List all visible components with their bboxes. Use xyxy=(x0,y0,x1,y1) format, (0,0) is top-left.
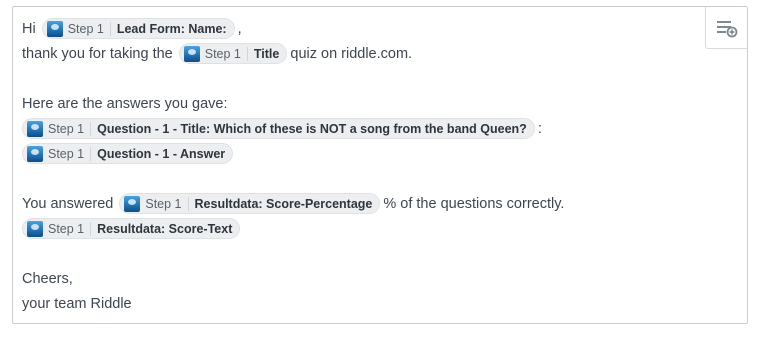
riddle-logo-icon xyxy=(183,45,200,62)
pill-step-label: Step 1 xyxy=(48,146,92,161)
pill-step-label: Step 1 xyxy=(48,121,92,136)
riddle-logo-icon xyxy=(27,120,43,137)
pill-step-label: Step 1 xyxy=(145,196,189,211)
insert-field-button[interactable] xyxy=(705,7,747,49)
field-pill-score-text[interactable]: Step 1 Resultdata: Score-Text xyxy=(22,218,241,239)
pill-step-label: Step 1 xyxy=(48,221,92,236)
cheers-line: Cheers, xyxy=(22,266,699,291)
thanks-line: thank you for taking the Step 1 Title qu… xyxy=(22,41,699,66)
cheers-text: Cheers, xyxy=(22,270,73,287)
pill-field-label: Lead Form: Name: xyxy=(116,21,227,36)
greeting-text: Hi xyxy=(22,20,36,37)
thanks-suffix: quiz on riddle.com. xyxy=(290,45,413,62)
pill-field-label: Question - 1 - Title: Which of these is … xyxy=(97,121,527,136)
pill-step-label: Step 1 xyxy=(68,21,111,36)
riddle-logo-icon xyxy=(46,20,63,37)
field-pill-score-percentage[interactable]: Step 1 Resultdata: Score-Percentage xyxy=(119,193,381,214)
message-editor[interactable]: Hi Step 1 Lead Form: Name: , thank you f… xyxy=(12,6,748,324)
greeting-line: Hi Step 1 Lead Form: Name: , xyxy=(22,16,699,41)
answers-intro-line: Here are the answers you gave: xyxy=(22,91,699,116)
greeting-punct: , xyxy=(237,20,242,37)
signature-line: your team Riddle xyxy=(22,291,699,316)
pill-field-label: Question - 1 - Answer xyxy=(97,146,226,161)
pill-field-label: Resultdata: Score-Percentage xyxy=(194,196,373,211)
field-pill-question-title[interactable]: Step 1 Question - 1 - Title: Which of th… xyxy=(22,118,535,139)
field-pill-title[interactable]: Step 1 Title xyxy=(178,43,288,64)
score-line: You answered Step 1 Resultdata: Score-Pe… xyxy=(22,191,699,216)
insert-field-icon xyxy=(716,20,737,37)
riddle-logo-icon xyxy=(124,195,141,212)
field-pill-lead-name[interactable]: Step 1 Lead Form: Name: xyxy=(41,18,235,39)
pill-field-label: Title xyxy=(253,46,280,61)
pill-field-label: Resultdata: Score-Text xyxy=(97,221,233,236)
pill-step-label: Step 1 xyxy=(205,46,248,61)
score-prefix: You answered xyxy=(22,195,114,212)
question-line: Step 1 Question - 1 - Title: Which of th… xyxy=(22,116,699,141)
thanks-text: thank you for taking the xyxy=(22,45,173,62)
signature-text: your team Riddle xyxy=(22,295,132,312)
field-pill-question-answer[interactable]: Step 1 Question - 1 - Answer xyxy=(22,143,234,164)
score-suffix: % of the questions correctly. xyxy=(383,195,565,212)
riddle-logo-icon xyxy=(27,145,43,162)
answers-intro-text: Here are the answers you gave: xyxy=(22,95,228,112)
riddle-logo-icon xyxy=(27,220,43,237)
question-punct: : xyxy=(537,120,542,137)
score-text-line: Step 1 Resultdata: Score-Text xyxy=(22,216,699,241)
message-body[interactable]: Hi Step 1 Lead Form: Name: , thank you f… xyxy=(22,16,699,316)
answer-line: Step 1 Question - 1 - Answer xyxy=(22,141,699,166)
